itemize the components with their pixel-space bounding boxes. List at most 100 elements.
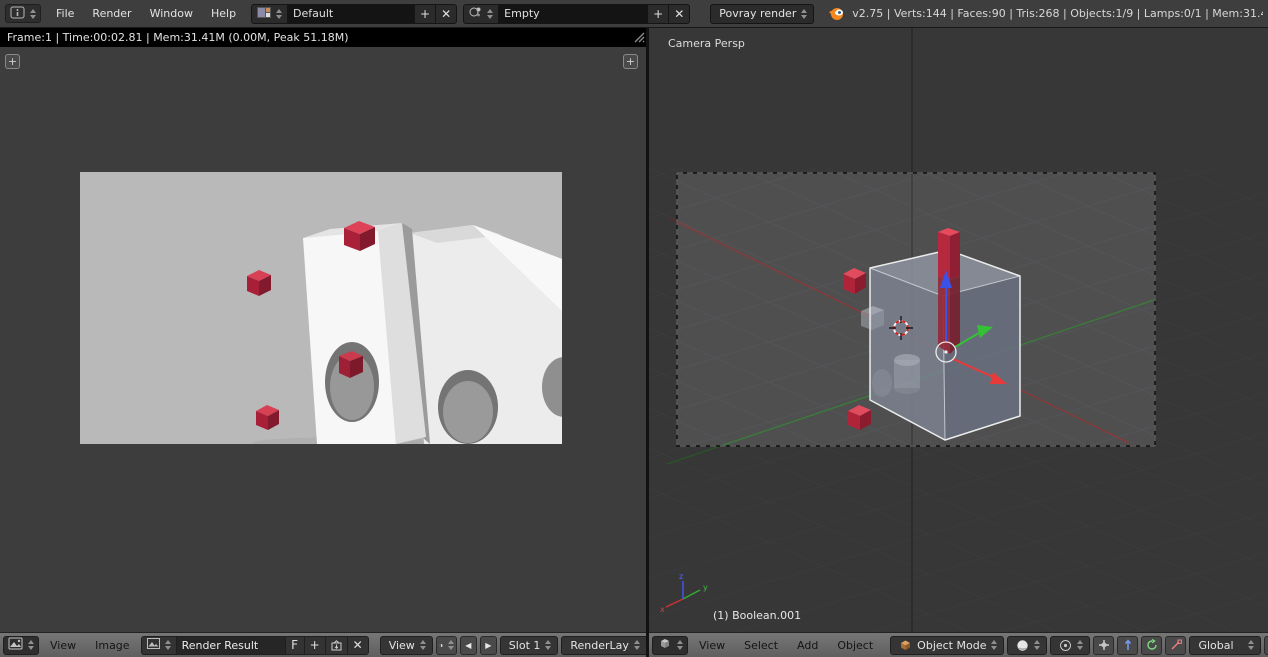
editor-type-selector[interactable]: [5, 4, 41, 23]
chevron-updown-icon: [545, 640, 551, 650]
render-layer-dropdown[interactable]: RenderLay: [561, 636, 646, 655]
render-result-image: [80, 172, 586, 449]
active-object-label: (1) Boolean.001: [713, 609, 801, 622]
screen-layout-selector: Default + ✕: [251, 4, 457, 24]
image-editor-area: Frame:1 | Time:00:02.81 | Mem:31.41M (0.…: [0, 28, 646, 657]
pivot-point-dropdown[interactable]: [1050, 636, 1090, 655]
pack-image-button[interactable]: [325, 636, 348, 655]
scene-browse-button[interactable]: [463, 4, 499, 24]
scene-add-button[interactable]: +: [647, 4, 669, 24]
layout-name: Default: [293, 7, 333, 20]
menu-render[interactable]: Render: [83, 0, 140, 27]
layout-browse-button[interactable]: [251, 4, 288, 24]
image-datablock-selector: Render Result F + ✕: [141, 636, 369, 655]
gizmo-x-label: x: [660, 605, 665, 614]
blender-logo: [828, 6, 846, 21]
manipulator-icon: [1097, 638, 1111, 652]
editor-mode-dropdown[interactable]: View: [380, 636, 433, 655]
scene-delete-button[interactable]: ✕: [668, 4, 690, 24]
menu-view[interactable]: View: [42, 639, 84, 652]
chevron-updown-icon: [801, 9, 807, 19]
slot-value: Slot 1: [509, 639, 541, 652]
menu-image[interactable]: Image: [87, 639, 137, 652]
chevron-updown-icon: [487, 9, 493, 19]
viewport-shading-dropdown[interactable]: [1007, 636, 1047, 655]
scale-manipulator-button[interactable]: [1165, 636, 1186, 655]
display-channels-button[interactable]: [436, 636, 457, 655]
view3d-editor-icon: [657, 637, 672, 653]
image-editor-canvas[interactable]: + +: [0, 47, 646, 632]
info-editor-icon: [10, 6, 25, 22]
scene-name-field[interactable]: Empty: [498, 4, 648, 24]
image-editor-icon: [8, 637, 23, 653]
mode-dropdown[interactable]: Object Mode: [890, 636, 1004, 655]
red-pillar-object[interactable]: [938, 228, 960, 354]
viewport-3d-header: View Select Add Object Object Mode: [649, 632, 1268, 657]
viewport-3d-area: x y z Camera Persp (1) Boolean.001 View …: [649, 28, 1268, 657]
orientation-value: Global: [1198, 639, 1233, 652]
image-icon: [147, 638, 160, 652]
gizmo-z-label: z: [679, 572, 683, 581]
chevron-updown-icon: [420, 640, 426, 650]
layout-thumbnail-icon: [257, 7, 271, 21]
snap-magnet-button[interactable]: [1264, 636, 1268, 655]
menu-file[interactable]: File: [47, 0, 83, 27]
image-editor-header: View Image Render Result F + ✕ View: [0, 632, 646, 657]
render-layer-value: RenderLay: [570, 639, 629, 652]
chevron-updown-icon: [1034, 640, 1040, 650]
menu-window[interactable]: Window: [141, 0, 202, 27]
image-new-button[interactable]: +: [304, 636, 326, 655]
chevron-updown-icon: [448, 640, 454, 650]
previous-slot-button[interactable]: ◀: [460, 636, 477, 655]
image-name: Render Result: [182, 639, 259, 652]
shading-sphere-icon: [1016, 639, 1029, 652]
chevron-updown-icon: [1248, 640, 1254, 650]
view-name-label: Camera Persp: [668, 37, 745, 50]
info-header: File Render Window Help Default + ✕: [0, 0, 1268, 28]
header-statistics: v2.75 | Verts:144 | Faces:90 | Tris:268 …: [852, 7, 1263, 20]
image-editor-type-button[interactable]: [3, 636, 39, 655]
red-cube-upper[interactable]: [843, 268, 866, 294]
pivot-point-icon: [1059, 639, 1072, 652]
menu-add[interactable]: Add: [789, 639, 826, 652]
render-engine-dropdown[interactable]: Povray render: [710, 4, 814, 24]
render-info-text: Frame:1 | Time:00:02.81 | Mem:31.41M (0.…: [7, 31, 349, 44]
chevron-updown-icon: [634, 640, 640, 650]
area-corner-widget[interactable]: [631, 29, 645, 46]
render-info-bar: Frame:1 | Time:00:02.81 | Mem:31.41M (0.…: [0, 28, 646, 47]
scene-selector: Empty + ✕: [463, 4, 690, 24]
main-menu-bar: File Render Window Help: [47, 0, 245, 27]
fake-user-button[interactable]: F: [285, 636, 305, 655]
rotate-manipulator-button[interactable]: [1141, 636, 1162, 655]
menu-object[interactable]: Object: [829, 639, 881, 652]
chevron-updown-icon: [165, 640, 171, 650]
layout-name-field[interactable]: Default: [287, 4, 415, 24]
image-browse-button[interactable]: [141, 636, 177, 655]
object-mode-icon: [899, 639, 912, 651]
next-slot-button[interactable]: ▶: [480, 636, 497, 655]
image-name-field[interactable]: Render Result: [176, 636, 286, 655]
chevron-updown-icon: [991, 640, 997, 650]
menu-view[interactable]: View: [691, 639, 733, 652]
layout-delete-button[interactable]: ✕: [435, 4, 457, 24]
viewport-editor-type-button[interactable]: [652, 636, 688, 655]
layout-add-button[interactable]: +: [414, 4, 436, 24]
orientation-dropdown[interactable]: Global: [1189, 636, 1261, 655]
scale-icon: [1169, 638, 1183, 652]
slot-dropdown[interactable]: Slot 1: [500, 636, 559, 655]
chevron-updown-icon: [28, 640, 34, 650]
manipulator-toggle-button[interactable]: [1093, 636, 1114, 655]
editor-mode-value: View: [389, 639, 415, 652]
chevron-updown-icon: [276, 9, 282, 19]
mode-value: Object Mode: [917, 639, 986, 652]
translate-manipulator-button[interactable]: [1117, 636, 1138, 655]
render-engine-value: Povray render: [719, 7, 796, 20]
menu-help[interactable]: Help: [202, 0, 245, 27]
menu-select[interactable]: Select: [736, 639, 786, 652]
chevron-updown-icon: [677, 640, 683, 650]
scene-name: Empty: [504, 7, 539, 20]
chevron-updown-icon: [30, 9, 36, 19]
viewport-3d-canvas[interactable]: x y z Camera Persp (1) Boolean.001: [649, 28, 1268, 632]
scene-icon: [469, 6, 482, 21]
image-unlink-button[interactable]: ✕: [347, 636, 369, 655]
